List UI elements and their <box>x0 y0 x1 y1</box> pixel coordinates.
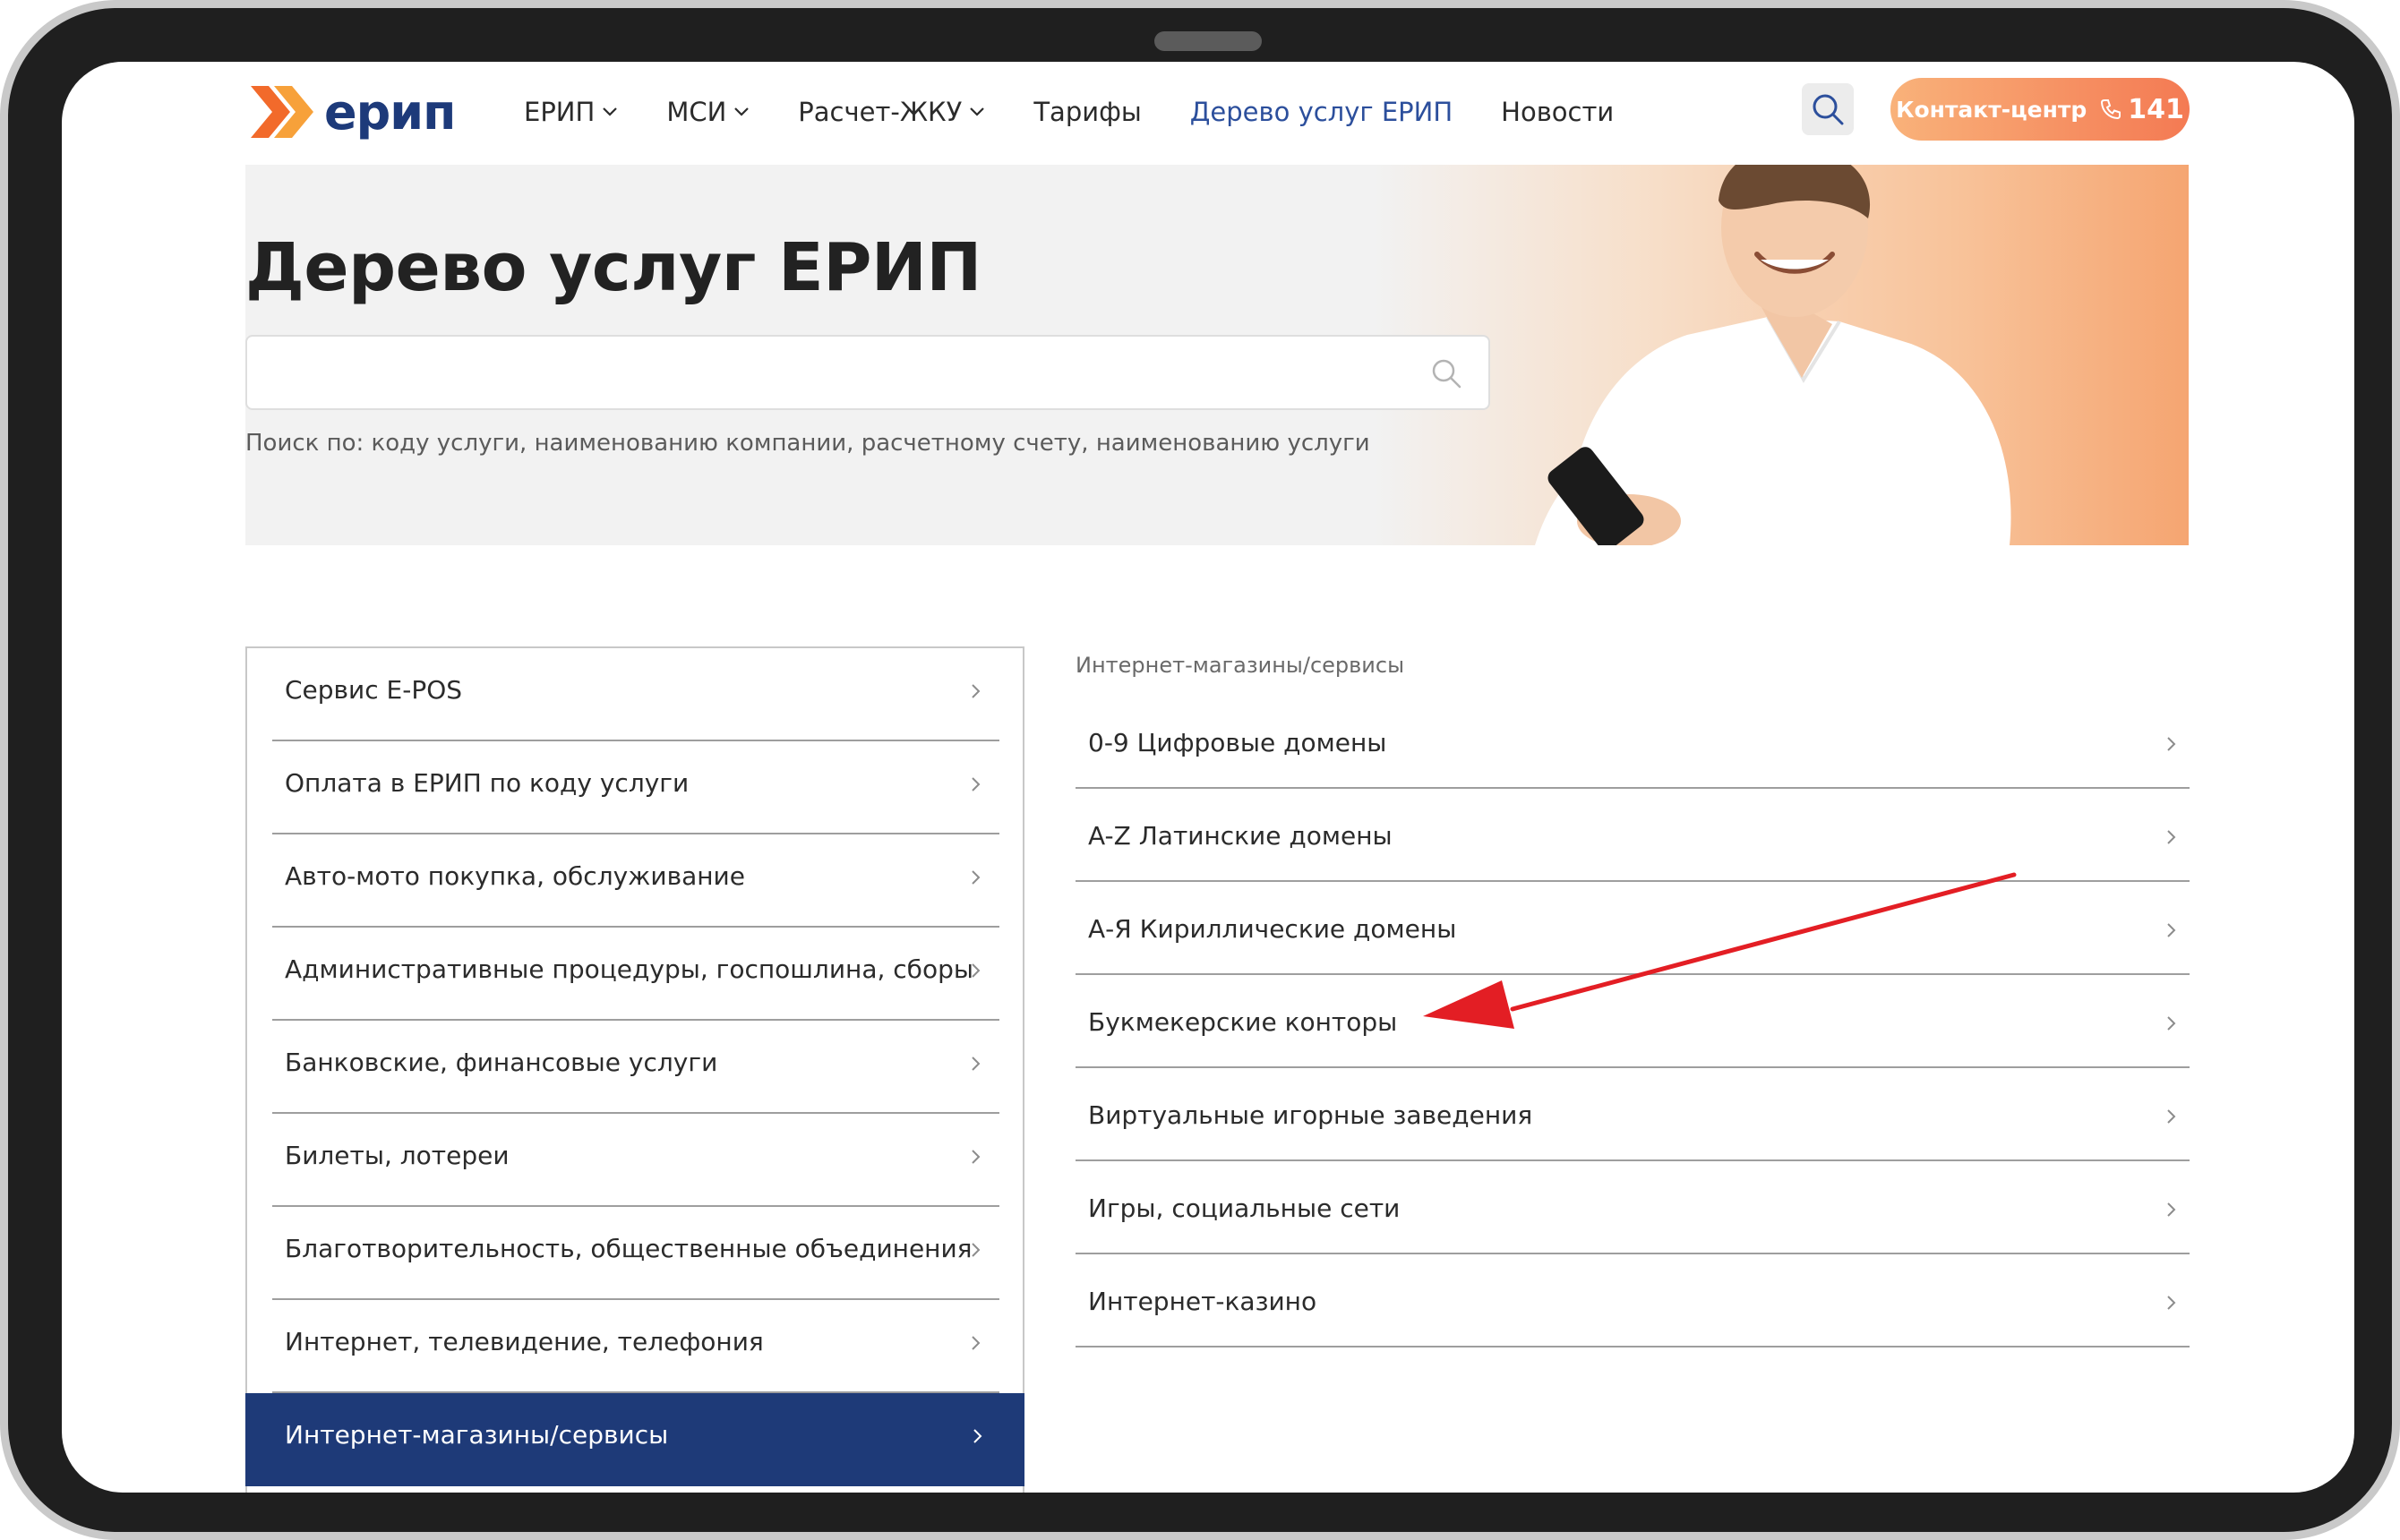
nav-service-tree[interactable]: Дерево услуг ЕРИП <box>1190 97 1453 127</box>
chevron-right-icon <box>973 1429 982 1443</box>
subcategory-item[interactable]: Интернет-казино <box>1076 1254 2190 1348</box>
category-label: Оплата в ЕРИП по коду услуги <box>285 768 690 798</box>
category-label: Благотворительность, общественные объеди… <box>285 1234 973 1263</box>
chevron-right-icon <box>2167 737 2176 751</box>
category-item[interactable]: Банковские, финансовые услуги <box>272 1021 999 1114</box>
contact-number: 141 <box>2128 93 2184 125</box>
chevron-down-icon <box>970 107 985 116</box>
chevron-right-icon <box>972 1243 981 1257</box>
category-menu: Сервис E-POS Оплата в ЕРИП по коду услуг… <box>245 646 1024 1493</box>
category-item-active[interactable]: Интернет-магазины/сервисы <box>245 1393 1024 1486</box>
subcategory-label: Букмекерские конторы <box>1088 1007 1398 1037</box>
category-item[interactable]: Интернет, телевидение, телефония <box>272 1300 999 1393</box>
chevron-right-icon <box>2167 830 2176 844</box>
search-icon <box>1813 94 1844 125</box>
contact-center-button[interactable]: Контакт-центр 141 <box>1890 78 2190 141</box>
chevron-right-icon <box>972 777 981 791</box>
subcategory-label: Игры, социальные сети <box>1088 1194 1401 1223</box>
subcategory-label: Интернет-казино <box>1088 1287 1317 1316</box>
breadcrumb: Интернет-магазины/сервисы <box>1076 653 1405 678</box>
subcategory-item[interactable]: Виртуальные игорные заведения <box>1076 1068 2190 1161</box>
subcategory-item[interactable]: Букмекерские конторы <box>1076 975 2190 1068</box>
phone-icon <box>2099 98 2122 121</box>
nav-label: Новости <box>1501 97 1615 127</box>
category-label: Интернет, телевидение, телефония <box>285 1327 764 1356</box>
chevron-right-icon <box>2167 1016 2176 1031</box>
erip-logo[interactable]: ерип <box>247 77 456 147</box>
search-icon[interactable] <box>1429 356 1463 390</box>
chevron-right-icon <box>972 1150 981 1164</box>
category-label: Авто-мото покупка, обслуживание <box>285 861 745 891</box>
chevron-right-icon <box>2167 1202 2176 1217</box>
nav-label: Дерево услуг ЕРИП <box>1189 97 1453 127</box>
chevron-right-icon <box>972 1057 981 1071</box>
chevron-right-icon <box>2167 923 2176 937</box>
service-search-field[interactable] <box>245 335 1490 410</box>
chevron-right-icon <box>2167 1109 2176 1124</box>
category-label: Билеты, лотереи <box>285 1141 510 1170</box>
nav-news[interactable]: Новости <box>1501 97 1614 127</box>
category-item[interactable]: Авто-мото покупка, обслуживание <box>272 834 999 928</box>
category-item[interactable]: Административные процедуры, госпошлина, … <box>272 928 999 1021</box>
tablet-frame: ерип ЕРИП МСИ Расчет-ЖКУ Тарифы Дерево у… <box>0 0 2400 1540</box>
nav-label: МСИ <box>666 97 727 127</box>
chevron-right-icon <box>2167 1296 2176 1310</box>
screen: ерип ЕРИП МСИ Расчет-ЖКУ Тарифы Дерево у… <box>62 62 2354 1493</box>
hero-banner: Дерево услуг ЕРИП Поиск по: коду услуги,… <box>245 165 2189 545</box>
category-label: Банковские, финансовые услуги <box>285 1048 718 1077</box>
subcategory-label: Виртуальные игорные заведения <box>1088 1100 1533 1130</box>
main-nav: ЕРИП МСИ Расчет-ЖКУ Тарифы Дерево услуг … <box>524 87 1662 137</box>
category-item[interactable]: Сервис E-POS <box>272 648 999 741</box>
subcategory-label: А-Я Кириллические домены <box>1088 914 1457 944</box>
chevron-down-icon <box>603 107 618 116</box>
category-item[interactable]: Билеты, лотереи <box>272 1114 999 1207</box>
category-item[interactable]: Оплата в ЕРИП по коду услуги <box>272 741 999 834</box>
category-label: Сервис E-POS <box>285 675 463 705</box>
nav-label: Расчет-ЖКУ <box>798 97 963 127</box>
chevron-right-icon <box>972 870 981 885</box>
service-search-input[interactable] <box>265 337 1424 410</box>
camera-notch <box>1154 31 1262 51</box>
subcategory-label: 0-9 Цифровые домены <box>1088 728 1387 757</box>
nav-label: ЕРИП <box>524 97 596 127</box>
nav-tariffs[interactable]: Тарифы <box>1033 97 1141 127</box>
subcategory-label: A-Z Латинские домены <box>1088 821 1393 851</box>
nav-msi[interactable]: МСИ <box>666 97 750 127</box>
subcategory-item[interactable]: A-Z Латинские домены <box>1076 789 2190 882</box>
logo-text: ерип <box>324 83 456 141</box>
category-item[interactable]: Благотворительность, общественные объеди… <box>272 1207 999 1300</box>
contact-label: Контакт-центр <box>1896 96 2087 123</box>
chevron-right-icon <box>972 963 981 978</box>
category-label: Административные процедуры, госпошлина, … <box>285 954 973 984</box>
chevron-right-icon <box>972 1336 981 1350</box>
nav-raschet-zhku[interactable]: Расчет-ЖКУ <box>798 97 985 127</box>
subcategory-item[interactable]: А-Я Кириллические домены <box>1076 882 2190 975</box>
header-search-button[interactable] <box>1802 83 1854 135</box>
chevron-down-icon <box>734 107 750 116</box>
page-title: Дерево услуг ЕРИП <box>245 229 981 306</box>
search-hint: Поиск по: коду услуги, наименованию комп… <box>245 430 1370 457</box>
subcategory-item[interactable]: 0-9 Цифровые домены <box>1076 696 2190 789</box>
nav-erip[interactable]: ЕРИП <box>524 97 618 127</box>
subcategory-item[interactable]: Игры, социальные сети <box>1076 1161 2190 1254</box>
logo-arrows-icon <box>251 86 313 138</box>
nav-label: Тарифы <box>1033 97 1142 127</box>
chevron-right-icon <box>972 684 981 698</box>
category-label: Интернет-магазины/сервисы <box>285 1420 669 1450</box>
